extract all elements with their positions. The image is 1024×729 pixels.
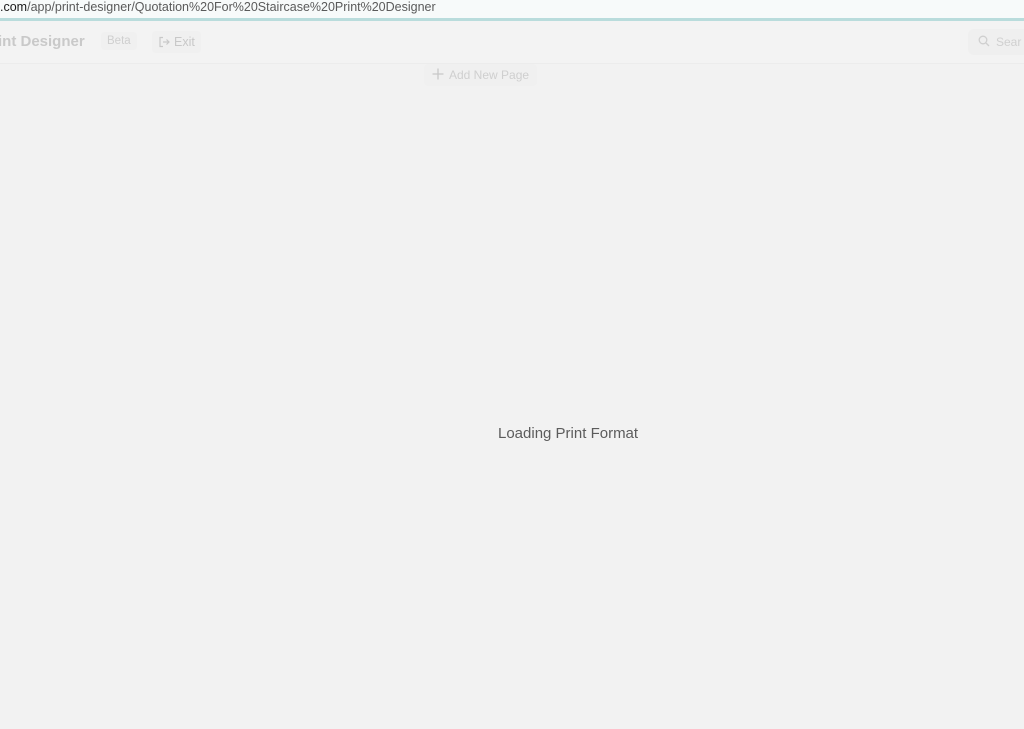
url-domain: .com	[0, 0, 28, 14]
search-input[interactable]: Sear	[968, 29, 1024, 55]
app-header: int Designer Beta Exit Sear	[0, 21, 1024, 64]
search-icon	[978, 35, 990, 50]
exit-button[interactable]: Exit	[152, 31, 201, 53]
search-placeholder: Sear	[996, 35, 1022, 49]
url-path: /app/print-designer/Quotation%20For%20St…	[27, 0, 436, 14]
app-title: int Designer	[0, 33, 85, 50]
add-new-page-label: Add New Page	[449, 68, 530, 82]
exit-icon	[158, 36, 170, 48]
url-text[interactable]: .com/app/print-designer/Quotation%20For%…	[0, 0, 436, 14]
add-new-page-button[interactable]: Add New Page	[424, 64, 538, 86]
plus-icon	[432, 68, 444, 83]
exit-label: Exit	[174, 35, 195, 49]
loading-message: Loading Print Format	[498, 425, 639, 442]
browser-address-bar[interactable]: .com/app/print-designer/Quotation%20For%…	[0, 0, 1024, 21]
beta-badge: Beta	[101, 32, 137, 50]
